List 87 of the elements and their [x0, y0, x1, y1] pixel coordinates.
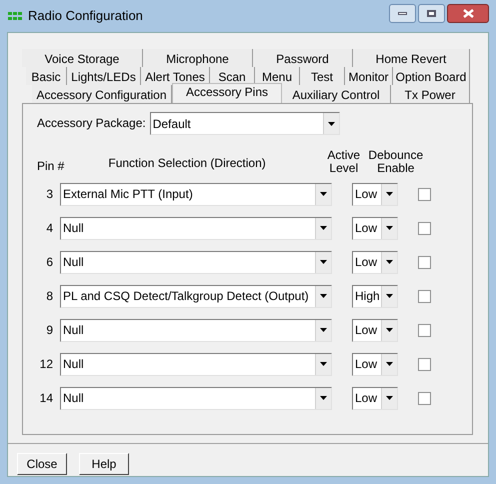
caret-icon	[320, 294, 327, 298]
tab[interactable]: Menu	[255, 67, 300, 85]
function-dropdown[interactable]: Null	[60, 318, 332, 342]
accessory-package-label: Accessory Package:	[37, 115, 146, 132]
level-dropdown[interactable]: Low	[352, 182, 398, 206]
dropdown-arrow-button[interactable]	[381, 388, 397, 408]
dialog-button[interactable]: Help	[79, 453, 129, 475]
tab[interactable]: Accessory Pins	[172, 83, 282, 103]
checkbox[interactable]	[418, 290, 431, 302]
caret-icon	[386, 260, 393, 264]
tab[interactable]: Accessory Configuration	[32, 85, 172, 103]
dropdown-arrow-button[interactable]	[315, 320, 331, 340]
caret-icon	[328, 122, 335, 126]
caret-icon	[386, 226, 393, 230]
caret-icon	[386, 396, 393, 400]
dropdown-arrow-button[interactable]	[315, 354, 331, 374]
accessory-package-dropdown[interactable]: Default	[150, 112, 340, 135]
tab[interactable]: Lights/LEDs	[67, 67, 141, 85]
tab[interactable]: Test	[300, 67, 345, 85]
caret-icon	[386, 328, 393, 332]
level-dropdown[interactable]: Low	[352, 216, 398, 240]
dropdown-arrow-button[interactable]	[315, 388, 331, 408]
level-dropdown[interactable]: Low	[352, 386, 398, 410]
function-dropdown[interactable]: PL and CSQ Detect/Talkgroup Detect (Output)	[60, 284, 332, 308]
minimize-button[interactable]	[389, 4, 416, 22]
dialog-button[interactable]: Close	[17, 453, 67, 475]
column-header: Active Level	[326, 149, 362, 175]
caret-icon	[320, 328, 327, 332]
function-dropdown[interactable]: External Mic PTT (Input)	[60, 182, 332, 206]
window-title: Radio Configuration	[28, 7, 143, 26]
pin-number: 8	[45, 288, 53, 305]
function-dropdown[interactable]: Null	[60, 352, 332, 376]
level-dropdown[interactable]: Low	[352, 250, 398, 274]
checkbox[interactable]	[418, 392, 431, 404]
pin-number: 12	[38, 356, 53, 373]
checkbox[interactable]	[418, 324, 431, 336]
tab[interactable]: Monitor	[345, 67, 393, 85]
dropdown-arrow-button[interactable]	[315, 252, 331, 272]
tab[interactable]: Tx Power	[391, 85, 470, 103]
caret-icon	[320, 260, 327, 264]
pin-number: 9	[45, 322, 53, 339]
pin-number: 14	[38, 390, 53, 407]
tab[interactable]: Microphone	[143, 49, 253, 67]
tab[interactable]: Basic	[26, 67, 67, 85]
dropdown-arrow-button[interactable]	[315, 184, 331, 204]
function-dropdown[interactable]: Null	[60, 250, 332, 274]
checkbox[interactable]	[418, 222, 431, 234]
column-header: Function Selection (Direction)	[108, 157, 266, 170]
dropdown-arrow-button[interactable]	[322, 113, 339, 134]
caret-icon	[320, 396, 327, 400]
caret-icon	[386, 362, 393, 366]
tab[interactable]: Voice Storage	[22, 49, 143, 67]
tab[interactable]: Password	[253, 49, 353, 67]
checkbox[interactable]	[418, 358, 431, 370]
caret-icon	[320, 192, 327, 196]
level-dropdown[interactable]: High	[352, 284, 398, 308]
function-dropdown[interactable]: Null	[60, 216, 332, 240]
level-dropdown[interactable]: Low	[352, 352, 398, 376]
checkbox[interactable]	[418, 256, 431, 268]
caret-icon	[320, 362, 327, 366]
tab[interactable]: Option Board	[393, 67, 470, 85]
dropdown-arrow-button[interactable]	[315, 218, 331, 238]
tab[interactable]: Home Revert	[353, 49, 470, 67]
dropdown-arrow-button[interactable]	[381, 354, 397, 374]
close-button[interactable]	[447, 4, 489, 22]
column-header: Pin #	[37, 160, 64, 173]
dropdown-arrow-button[interactable]	[381, 320, 397, 340]
pin-number: 3	[45, 186, 53, 203]
caret-icon	[386, 294, 393, 298]
tab[interactable]: Alert Tones	[141, 67, 210, 85]
dropdown-arrow-button[interactable]	[315, 286, 331, 306]
column-header: Debounce Enable	[368, 149, 424, 175]
checkbox[interactable]	[418, 188, 431, 200]
tab[interactable]: Auxiliary Control	[282, 85, 391, 103]
dropdown-arrow-button[interactable]	[381, 252, 397, 272]
pin-number: 4	[45, 220, 53, 237]
app-icon	[7, 11, 23, 21]
function-dropdown[interactable]: Null	[60, 386, 332, 410]
dropdown-arrow-button[interactable]	[381, 286, 397, 306]
level-dropdown[interactable]: Low	[352, 318, 398, 342]
close-icon	[462, 8, 474, 18]
caret-icon	[386, 192, 393, 196]
dropdown-arrow-button[interactable]	[381, 218, 397, 238]
caret-icon	[320, 226, 327, 230]
pin-number: 6	[45, 254, 53, 271]
maximize-button[interactable]	[418, 4, 445, 22]
dropdown-arrow-button[interactable]	[381, 184, 397, 204]
